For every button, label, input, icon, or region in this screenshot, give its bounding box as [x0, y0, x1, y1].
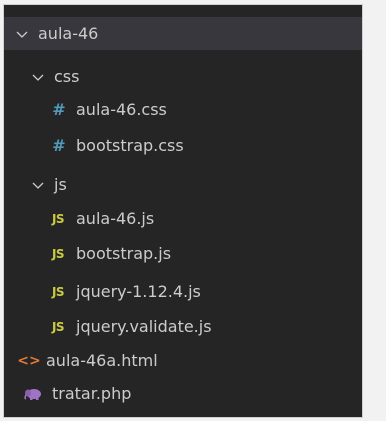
js-icon: JS	[51, 284, 65, 299]
folder-label: css	[54, 67, 80, 86]
css-hash-icon: #	[52, 100, 66, 119]
file-label: aula-46a.html	[46, 351, 158, 370]
file-label: aula-46.js	[76, 209, 155, 228]
file-row-tratar-php[interactable]: tratar.php	[4, 377, 362, 410]
file-row-bootstrap-css[interactable]: # bootstrap.css	[4, 129, 362, 162]
js-icon: JS	[51, 211, 65, 226]
file-row-jquery-validate-js[interactable]: JS jquery.validate.js	[4, 310, 362, 343]
js-icon: JS	[51, 246, 65, 261]
folder-label: js	[54, 175, 67, 194]
file-row-bootstrap-js[interactable]: JS bootstrap.js	[4, 237, 362, 270]
chevron-down-icon[interactable]	[30, 177, 46, 193]
chevron-down-icon[interactable]	[30, 69, 46, 85]
file-row-aula-46a-html[interactable]: <> aula-46a.html	[4, 344, 362, 377]
folder-row-css[interactable]: css	[4, 60, 362, 93]
chevron-down-icon[interactable]	[14, 26, 30, 42]
folder-row-js[interactable]: js	[4, 168, 362, 201]
folder-row-aula-46[interactable]: aula-46	[4, 17, 362, 50]
php-elephant-icon	[24, 387, 42, 401]
file-label: tratar.php	[52, 384, 132, 403]
file-label: jquery-1.12.4.js	[76, 282, 201, 301]
folder-label: aula-46	[38, 24, 99, 43]
file-label: jquery.validate.js	[76, 317, 212, 336]
file-row-aula-46-js[interactable]: JS aula-46.js	[4, 202, 362, 235]
html-icon: <>	[17, 352, 41, 369]
js-icon: JS	[51, 319, 65, 334]
file-label: aula-46.css	[76, 100, 167, 119]
file-row-jquery-js[interactable]: JS jquery-1.12.4.js	[4, 275, 362, 308]
css-hash-icon: #	[52, 136, 66, 155]
file-label: bootstrap.css	[76, 136, 184, 155]
file-label: bootstrap.js	[76, 244, 172, 263]
file-row-aula-46-css[interactable]: # aula-46.css	[4, 93, 362, 126]
file-explorer-tree: aula-46 css # aula-46.css # bootstrap.cs…	[3, 4, 363, 418]
